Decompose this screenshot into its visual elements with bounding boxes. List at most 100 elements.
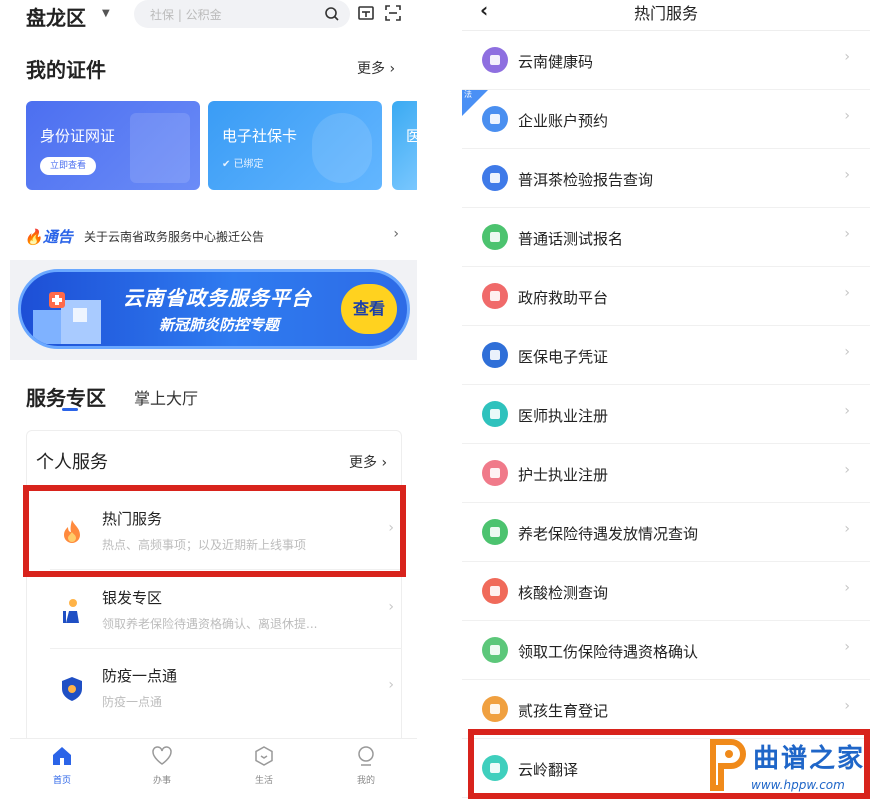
chevron-right-icon: › bbox=[844, 167, 850, 183]
notice-tag: 🔥通告 bbox=[24, 226, 73, 247]
service-glyph bbox=[490, 645, 500, 655]
personal-more-link[interactable]: 更多 › bbox=[349, 452, 387, 472]
hot-service-item[interactable]: 领取工伤保险待遇资格确认 › bbox=[462, 621, 870, 680]
medical-card[interactable]: 医 bbox=[392, 101, 417, 190]
banner-view-button[interactable]: 查看 bbox=[341, 284, 397, 334]
service-icon bbox=[482, 460, 508, 486]
heart-icon bbox=[152, 746, 172, 765]
covid-banner[interactable]: 云南省政务服务平台 新冠肺炎防控专题 查看 bbox=[18, 269, 410, 349]
highlight-box bbox=[23, 485, 406, 577]
search-icon[interactable] bbox=[324, 6, 340, 22]
chevron-right-icon: › bbox=[844, 49, 850, 65]
notice-bar[interactable]: 🔥通告 关于云南省政务服务中心搬迁公告 › bbox=[10, 212, 417, 260]
service-label: 医保电子凭证 bbox=[518, 348, 609, 366]
hexagon-icon bbox=[255, 746, 273, 766]
service-label: 贰孩生育登记 bbox=[518, 702, 609, 720]
tab-label: 首页 bbox=[52, 776, 71, 786]
flame-icon: 🔥 bbox=[24, 228, 43, 246]
service-icon bbox=[482, 401, 508, 427]
chevron-right-icon: › bbox=[393, 226, 399, 242]
tab-me[interactable]: 我的 bbox=[336, 745, 396, 795]
banner-subtitle: 新冠肺炎防控专题 bbox=[159, 316, 280, 334]
service-label: 养老保险待遇发放情况查询 bbox=[518, 525, 699, 543]
more-label: 更多 bbox=[357, 61, 385, 77]
search-bar[interactable]: 社保 | 公积金 bbox=[134, 0, 350, 28]
chevron-right-icon: › bbox=[844, 344, 850, 360]
hot-service-item[interactable]: 云南健康码 › bbox=[462, 31, 870, 90]
certificates-more-link[interactable]: 更多 › bbox=[357, 58, 395, 78]
carousel-dot[interactable] bbox=[221, 347, 227, 349]
tab-label: 生活 bbox=[254, 776, 273, 786]
service-glyph bbox=[490, 704, 500, 714]
hot-service-item[interactable]: 医师执业注册 › bbox=[462, 385, 870, 444]
id-card-icon[interactable] bbox=[357, 4, 375, 22]
hot-service-item[interactable]: 政府救助平台 › bbox=[462, 267, 870, 326]
search-placeholder: 社保 | 公积金 bbox=[150, 8, 222, 22]
service-label: 护士执业注册 bbox=[518, 466, 609, 484]
caret-down-icon[interactable]: ▼ bbox=[102, 8, 110, 19]
chevron-right-icon: › bbox=[844, 521, 850, 537]
mobile-hall-tab[interactable]: 掌上大厅 bbox=[134, 385, 198, 409]
home-icon bbox=[53, 747, 71, 765]
certificates-title: 我的证件 bbox=[26, 58, 106, 82]
chevron-right-icon: › bbox=[844, 462, 850, 478]
tab-home[interactable]: 首页 bbox=[32, 745, 92, 795]
city-selector[interactable]: 盘龙区 bbox=[26, 2, 86, 31]
card-status: ✔ 已绑定 bbox=[222, 159, 264, 170]
tab-life[interactable]: 生活 bbox=[234, 745, 294, 795]
back-arrow-icon[interactable]: ‹ bbox=[480, 0, 488, 22]
chevron-right-icon: › bbox=[388, 599, 394, 615]
service-icon bbox=[482, 283, 508, 309]
id-card-cert[interactable]: 身份证网证 立即查看 bbox=[26, 101, 200, 190]
status-label: 已绑定 bbox=[233, 159, 264, 170]
service-title: 银发专区 bbox=[102, 589, 163, 607]
card-title: 医 bbox=[406, 127, 417, 145]
service-glyph bbox=[490, 232, 500, 242]
service-title: 防疫一点通 bbox=[102, 667, 178, 685]
chevron-right-icon: › bbox=[388, 677, 394, 693]
service-zone-tab[interactable]: 服务专区 bbox=[26, 382, 106, 411]
chevron-right-icon: › bbox=[844, 108, 850, 124]
service-icon bbox=[482, 637, 508, 663]
hot-service-item[interactable]: 护士执业注册 › bbox=[462, 444, 870, 503]
home-header: 盘龙区 ▼ 社保 | 公积金 bbox=[10, 0, 417, 32]
chevron-right-icon: › bbox=[844, 580, 850, 596]
chevron-right-icon: › bbox=[844, 639, 850, 655]
service-desc: 防疫一点通 bbox=[102, 695, 163, 709]
card-title: 电子社保卡 bbox=[222, 127, 298, 145]
tab-services[interactable]: 办事 bbox=[132, 745, 192, 795]
building-icon bbox=[33, 292, 101, 344]
scan-icon[interactable] bbox=[384, 4, 402, 22]
hot-service-item[interactable]: 核酸检测查询 › bbox=[462, 562, 870, 621]
carousel-dot[interactable] bbox=[211, 347, 217, 349]
service-label: 普通话测试报名 bbox=[518, 230, 624, 248]
watermark-url: www.hppw.com bbox=[751, 778, 845, 792]
notice-tag-label: 通告 bbox=[42, 228, 73, 246]
service-glyph bbox=[490, 55, 500, 65]
service-label: 云南健康码 bbox=[518, 53, 594, 71]
service-glyph bbox=[490, 291, 500, 301]
hot-service-item[interactable]: 普通话测试报名 › bbox=[462, 208, 870, 267]
hot-service-item[interactable]: 医保电子凭证 › bbox=[462, 326, 870, 385]
service-label: 医师执业注册 bbox=[518, 407, 609, 425]
hot-services-screen: 热门服务 ‹ 云南健康码 › 企业账户预约 › 普洱茶检验报告查询 › 普通话测试报名 › 政府… bbox=[462, 0, 870, 800]
service-glyph bbox=[490, 409, 500, 419]
elderly-person-icon bbox=[63, 599, 79, 623]
carousel-dots bbox=[211, 338, 241, 346]
service-icon bbox=[482, 165, 508, 191]
ribbon-label: 法 bbox=[464, 90, 472, 99]
hot-service-item[interactable]: 企业账户预约 › bbox=[462, 90, 870, 149]
social-security-card[interactable]: 电子社保卡 ✔ 已绑定 bbox=[208, 101, 382, 190]
hot-service-item[interactable]: 养老保险待遇发放情况查询 › bbox=[462, 503, 870, 562]
view-now-button[interactable]: 立即查看 bbox=[40, 157, 96, 175]
service-icon bbox=[482, 578, 508, 604]
service-glyph bbox=[490, 173, 500, 183]
service-label: 政府救助平台 bbox=[518, 289, 609, 307]
epidemic-prevention-item[interactable]: 防疫一点通 防疫一点通 › bbox=[26, 649, 402, 727]
service-glyph bbox=[490, 468, 500, 478]
hot-service-item[interactable]: 普洱茶检验报告查询 › bbox=[462, 149, 870, 208]
senior-zone-item[interactable]: 银发专区 领取养老保险待遇资格确认、离退休提... › bbox=[26, 571, 402, 649]
tab-underline bbox=[62, 408, 78, 411]
service-desc: 领取养老保险待遇资格确认、离退休提... bbox=[102, 617, 318, 631]
service-label: 企业账户预约 bbox=[518, 112, 609, 130]
